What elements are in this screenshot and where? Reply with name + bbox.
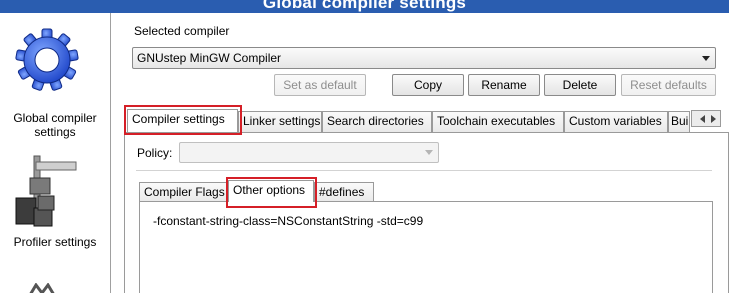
sidebar-label-line1: Profiler settings (13, 235, 97, 249)
sidebar-label-line1: Global compiler (13, 111, 97, 125)
tab-compiler-flags[interactable]: Compiler Flags (139, 182, 227, 202)
copy-button[interactable]: Copy (392, 74, 464, 96)
gear-icon (14, 27, 80, 93)
sidebar-item-profiler-settings[interactable]: Profiler settings (0, 147, 110, 257)
tab-linker-settings[interactable]: Linker settings (238, 111, 322, 132)
tab-build-options[interactable]: Bui (668, 111, 690, 132)
tab-scroll-arrows (691, 110, 721, 127)
compiler-select[interactable]: GNUstep MinGW Compiler (132, 47, 716, 69)
rename-button[interactable]: Rename (468, 74, 540, 96)
chevron-left-icon[interactable] (700, 115, 705, 123)
divider (136, 170, 712, 171)
title-bar: Global compiler settings (0, 0, 729, 13)
partial-icon (28, 282, 58, 293)
tab-defines[interactable]: #defines (314, 182, 374, 202)
tab-search-directories[interactable]: Search directories (322, 111, 432, 132)
main-panel: Selected compiler GNUstep MinGW Compiler… (112, 13, 729, 293)
main-tabs: Compiler settings Linker settings Search… (112, 109, 729, 133)
sidebar-item-label: Profiler settings (0, 235, 110, 249)
sidebar-label-line2: settings (34, 125, 76, 139)
set-as-default-button[interactable]: Set as default (274, 74, 366, 96)
other-options-text[interactable]: -fconstant-string-class=NSConstantString… (153, 214, 423, 228)
window-title: Global compiler settings (262, 0, 467, 12)
selected-compiler-label: Selected compiler (134, 24, 230, 38)
sidebar-item-global-compiler-settings[interactable]: Global compiler settings (0, 13, 110, 143)
tab-compiler-settings[interactable]: Compiler settings (127, 109, 238, 132)
tab-toolchain-executables[interactable]: Toolchain executables (432, 111, 564, 132)
chevron-right-icon[interactable] (711, 115, 716, 123)
tab-custom-variables[interactable]: Custom variables (564, 111, 668, 132)
sidebar: Global compiler settings Profiler settin… (0, 13, 111, 293)
policy-label: Policy: (137, 146, 173, 160)
policy-select[interactable] (179, 142, 439, 163)
caliper-icon (12, 152, 82, 232)
chevron-down-icon[interactable] (702, 56, 710, 61)
delete-button[interactable]: Delete (544, 74, 616, 96)
reset-defaults-button[interactable]: Reset defaults (621, 74, 716, 96)
sidebar-item-partial[interactable] (0, 279, 110, 293)
compiler-select-value: GNUstep MinGW Compiler (137, 51, 282, 65)
tab-other-options[interactable]: Other options (228, 180, 314, 202)
chevron-down-icon[interactable] (425, 150, 433, 155)
sidebar-item-label: Global compiler settings (0, 111, 110, 139)
